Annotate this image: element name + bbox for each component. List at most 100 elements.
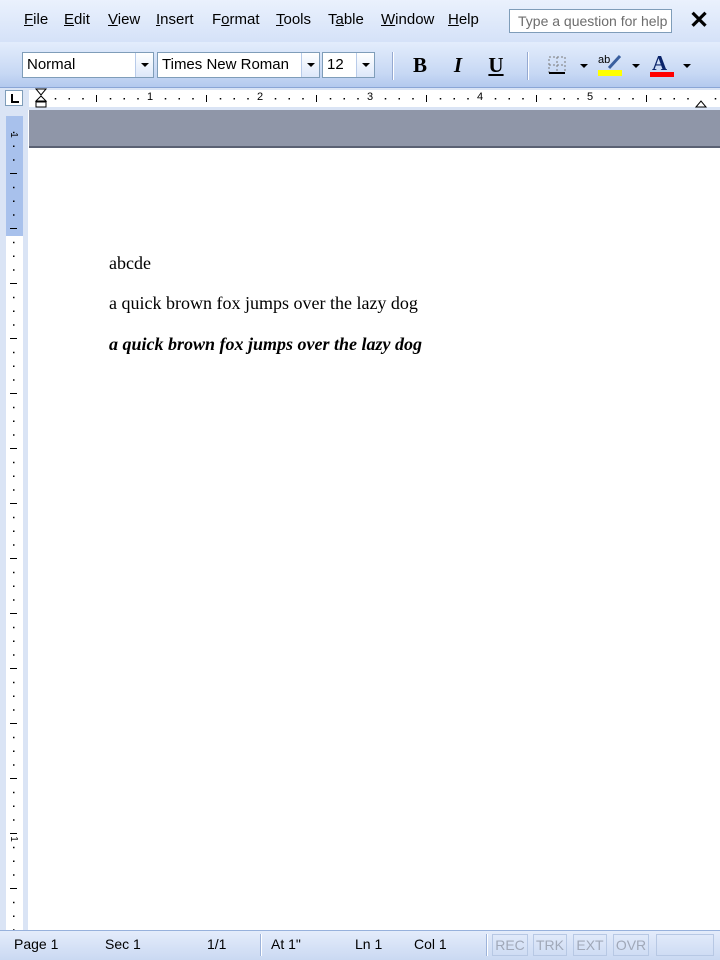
menu-file[interactable]: File (24, 11, 48, 29)
vruler-number: 1 (7, 132, 19, 138)
trk-indicator[interactable]: TRK (533, 934, 567, 956)
vruler-tick (13, 681, 15, 684)
vruler-tick (13, 434, 15, 436)
ext-indicator[interactable]: EXT (573, 934, 607, 956)
vruler-tick (13, 585, 15, 587)
menu-table-prefix: T (328, 11, 336, 28)
menu-bar: File Edit View Insert Format Tools Table… (0, 0, 720, 42)
ruler-number: 3 (367, 91, 374, 103)
vruler-tick (10, 613, 17, 614)
vruler-tick (13, 296, 15, 299)
document-page[interactable]: abcde a quick brown fox jumps over the l… (29, 150, 720, 930)
ruler-tick (632, 98, 634, 100)
highlight-dropdown-arrow-icon[interactable] (632, 64, 640, 68)
italic-button[interactable]: I (444, 52, 472, 78)
menu-edit[interactable]: Edit (64, 11, 90, 29)
ruler-tick (508, 98, 510, 100)
font-dropdown[interactable]: Times New Roman (157, 52, 320, 78)
vruler-tick (13, 324, 15, 326)
close-document-icon[interactable]: ✕ (688, 8, 710, 34)
ovr-indicator[interactable]: OVR (613, 934, 649, 956)
vertical-ruler-strip[interactable]: 1 1 (6, 116, 23, 936)
ruler-tick (714, 98, 717, 100)
right-indent-marker-icon[interactable] (695, 96, 709, 108)
status-at: At 1" (271, 936, 301, 952)
rec-indicator[interactable]: REC (492, 934, 528, 956)
vruler-tick (10, 558, 17, 559)
ruler-tick (316, 95, 317, 102)
document-line[interactable]: abcde (109, 252, 151, 274)
vruler-tick (10, 503, 17, 504)
vruler-tick (13, 640, 15, 642)
ruler-tick (604, 98, 607, 100)
borders-dropdown-arrow-icon[interactable] (580, 64, 588, 68)
ruler-tick (274, 98, 277, 100)
vruler-tick (13, 241, 15, 244)
vruler-tick (13, 764, 15, 766)
style-dropdown[interactable]: Normal (22, 52, 154, 78)
ruler-tick (288, 98, 290, 100)
menu-help[interactable]: Help (448, 11, 479, 29)
menu-insert[interactable]: Insert (156, 11, 194, 29)
highlight-button[interactable]: ab (597, 51, 625, 79)
menu-format-accel: o (221, 11, 230, 28)
vruler-tick (13, 351, 15, 354)
vruler-tick (13, 310, 15, 312)
font-dropdown-arrow-icon[interactable] (301, 53, 319, 77)
menu-tools[interactable]: Tools (276, 11, 311, 29)
underline-button[interactable]: U (482, 52, 510, 78)
vruler-tick (13, 901, 15, 904)
ruler-tick (357, 98, 359, 100)
vruler-tick (13, 750, 15, 752)
ruler-ticks (54, 95, 717, 102)
horizontal-ruler: 1 2 3 4 5 (0, 88, 720, 110)
ruler-tick (109, 98, 112, 100)
ruler-tick (412, 98, 414, 100)
toolbar-separator (527, 52, 529, 80)
bold-button[interactable]: B (406, 52, 434, 78)
menu-file-accel: F (24, 11, 34, 28)
style-value: Normal (27, 56, 76, 73)
formatting-toolbar: Normal Times New Roman 12 B I U ab A (0, 42, 720, 88)
ruler-tick (453, 98, 455, 100)
font-color-button[interactable]: A (649, 51, 677, 79)
menu-table[interactable]: Table (328, 11, 364, 29)
ruler-number: 5 (587, 91, 594, 103)
menu-edit-label: dit (74, 11, 90, 28)
ruler-tick (673, 98, 675, 100)
tab-selector-icon[interactable] (5, 90, 23, 106)
menu-format[interactable]: Format (212, 11, 260, 29)
borders-button[interactable] (546, 54, 570, 76)
menu-window[interactable]: Window (381, 11, 434, 29)
vruler-tick (13, 420, 15, 422)
status-column: Col 1 (414, 936, 447, 952)
vruler-tick (13, 365, 15, 367)
help-question-input[interactable]: Type a question for help (509, 9, 672, 33)
menu-format-prefix: F (212, 11, 222, 28)
vruler-tick (13, 159, 15, 161)
vruler-tick (13, 200, 15, 202)
menu-view-accel: V (108, 11, 118, 28)
font-color-dropdown-arrow-icon[interactable] (683, 64, 691, 68)
vruler-tick (10, 778, 17, 779)
ruler-strip[interactable]: 1 2 3 4 5 (29, 88, 720, 110)
font-size-dropdown[interactable]: 12 (322, 52, 375, 78)
ruler-number: 1 (147, 91, 154, 103)
ruler-tick (439, 98, 442, 100)
ruler-tick (646, 95, 647, 102)
vruler-tick (13, 654, 15, 656)
left-indent-marker-icon[interactable] (34, 88, 50, 110)
vruler-tick (13, 860, 15, 862)
menu-view[interactable]: View (108, 11, 140, 29)
ruler-tick (96, 95, 97, 102)
menu-file-label: ile (33, 11, 49, 28)
vruler-tick (13, 805, 15, 807)
menu-table-label: ble (343, 11, 364, 28)
document-line-bold-italic[interactable]: a quick brown fox jumps over the lazy do… (109, 333, 422, 355)
font-size-dropdown-arrow-icon[interactable] (356, 53, 374, 77)
vruler-tick (13, 214, 15, 216)
status-divider (486, 934, 488, 956)
status-page: Page 1 (14, 936, 59, 952)
style-dropdown-arrow-icon[interactable] (135, 53, 153, 77)
document-line[interactable]: a quick brown fox jumps over the lazy do… (109, 292, 418, 314)
